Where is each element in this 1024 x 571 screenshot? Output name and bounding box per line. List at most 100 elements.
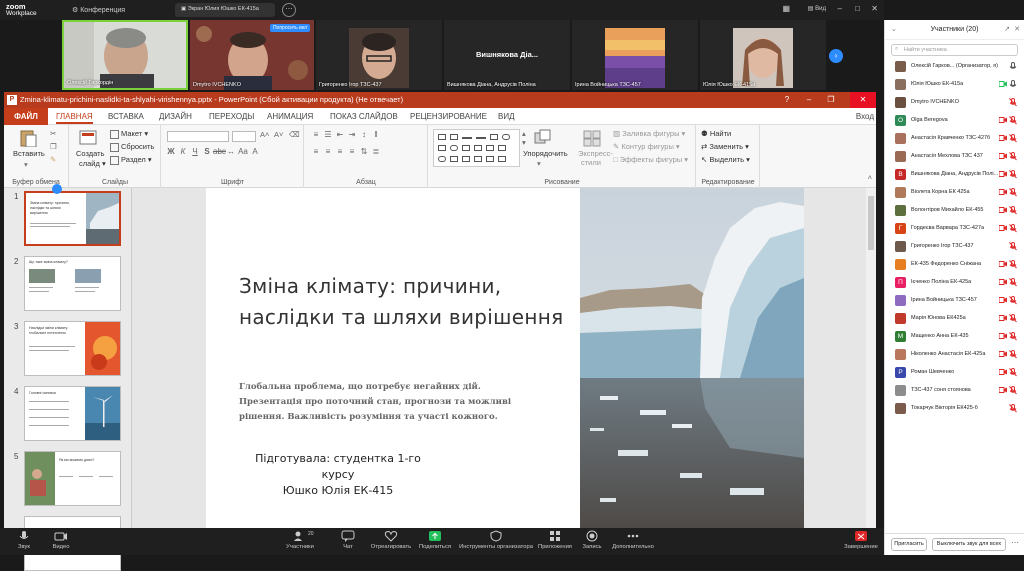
tab-view[interactable]: ВИД: [498, 112, 515, 121]
copy-icon[interactable]: ❐: [50, 142, 57, 151]
justify-icon[interactable]: ≡: [346, 147, 358, 156]
bold-icon[interactable]: Ж: [165, 147, 177, 156]
mic-muted-icon[interactable]: [1009, 98, 1017, 107]
mic-muted-icon[interactable]: [1009, 314, 1017, 323]
video-off-icon[interactable]: [999, 171, 1007, 177]
italic-icon[interactable]: К: [177, 147, 189, 156]
video-tile[interactable]: Олексій Гаркордін: [62, 20, 188, 90]
mic-muted-icon[interactable]: [1009, 170, 1017, 179]
react-button[interactable]: Отреагировать: [370, 530, 412, 550]
arrange-icon[interactable]: [533, 129, 553, 147]
slide-thumbnail[interactable]: Наслідки зміни клімату: глобальне потепл…: [24, 321, 121, 376]
triangle-shape-icon[interactable]: [462, 145, 470, 151]
align-right-icon[interactable]: ≡: [334, 147, 346, 156]
video-off-icon[interactable]: [999, 279, 1007, 285]
participant-row[interactable]: Анастасія Мехлова ТЗС 437: [885, 148, 1024, 166]
quick-styles-label-1[interactable]: Экспресс-: [578, 149, 613, 158]
participant-row[interactable]: Анастасія Кравченко ТЗС-427б: [885, 130, 1024, 148]
participant-row[interactable]: Dmytro IVCHENKO: [885, 94, 1024, 112]
decrease-indent-icon[interactable]: ⇤: [334, 130, 346, 139]
video-off-icon[interactable]: [999, 297, 1007, 303]
new-slide-label-2-wrap[interactable]: слайд ▾: [79, 159, 106, 168]
bullets-icon[interactable]: ≡: [310, 130, 322, 139]
font-family-combo[interactable]: [167, 131, 229, 142]
video-off-icon[interactable]: [999, 189, 1007, 195]
circle-shape-icon[interactable]: [450, 145, 458, 151]
tab-file[interactable]: ФАЙЛ: [4, 108, 48, 125]
video-off-icon[interactable]: [999, 369, 1007, 375]
paste-dropdown-icon[interactable]: ▾: [24, 160, 28, 169]
text-direction-icon[interactable]: ⇅: [358, 147, 370, 156]
mic-muted-icon[interactable]: [1009, 332, 1017, 341]
grow-font-icon[interactable]: A˄: [260, 130, 269, 139]
video-off-icon[interactable]: [999, 225, 1007, 231]
section-button[interactable]: Раздел ▾: [110, 155, 152, 165]
more-options-icon[interactable]: ⋯: [1011, 538, 1019, 547]
replace-button[interactable]: ⇄ Заменить ▾: [701, 142, 749, 151]
record-button[interactable]: Запись: [580, 530, 604, 550]
clear-format-icon[interactable]: ⌫: [289, 130, 300, 139]
video-button[interactable]: Видео: [48, 530, 74, 550]
mic-muted-icon[interactable]: [1009, 224, 1017, 233]
more-shape-icon[interactable]: [498, 156, 506, 162]
video-tile[interactable]: Юлія Юшко ЕК-415а: [700, 20, 826, 90]
arrow-right-shape-icon[interactable]: [486, 145, 494, 151]
maximize-icon[interactable]: □: [855, 4, 860, 13]
invite-button[interactable]: Пригласить: [891, 538, 927, 551]
participant-row[interactable]: В Вишнякова Діана, Андрусів Полі...: [885, 166, 1024, 184]
share-button[interactable]: Поделиться: [418, 530, 452, 550]
change-case-icon[interactable]: Aa: [237, 147, 249, 156]
mic-muted-icon[interactable]: [1009, 278, 1017, 287]
end-meeting-button[interactable]: Завершение: [842, 530, 880, 550]
viewing-screen-pill[interactable]: ▣ Экран Юлия Юшко ЕК-415а: [175, 3, 275, 17]
video-off-icon[interactable]: [999, 315, 1007, 321]
reset-button[interactable]: Сбросить: [110, 142, 154, 152]
layout-button[interactable]: Макет ▾: [110, 129, 148, 139]
shrink-font-icon[interactable]: A˅: [274, 130, 283, 139]
tab-design[interactable]: ДИЗАЙН: [159, 112, 192, 121]
video-tile[interactable]: Попросить вкл Dmytro IVCHENKO: [190, 20, 314, 90]
video-off-icon[interactable]: [999, 153, 1007, 159]
current-slide[interactable]: Зміна клімату: причини, наслідки та шлях…: [206, 188, 804, 528]
align-left-icon[interactable]: ≡: [310, 147, 322, 156]
video-off-icon[interactable]: [999, 117, 1007, 123]
participant-row[interactable]: ЕК-435 Федоренко Сніжана: [885, 256, 1024, 274]
view-button[interactable]: ▤ Вид: [808, 5, 826, 12]
arrange-dropdown-icon[interactable]: ▾: [537, 159, 541, 168]
new-slide-button[interactable]: Создать: [76, 149, 105, 158]
shape-fill-button[interactable]: ▨ Заливка фигуры ▾: [613, 129, 685, 138]
participant-row[interactable]: Григоренко Ігор ТЗС-437: [885, 238, 1024, 256]
cut-icon[interactable]: ✂: [50, 129, 56, 138]
video-off-icon[interactable]: [999, 207, 1007, 213]
mic-muted-icon[interactable]: [1009, 350, 1017, 359]
more-button[interactable]: Дополнительно: [612, 530, 654, 550]
mic-muted-icon[interactable]: [1009, 206, 1017, 215]
star-shape-icon[interactable]: [498, 145, 506, 151]
block-shape-icon[interactable]: [474, 156, 482, 162]
participant-row[interactable]: М Мащенко Анна ЕК-435: [885, 328, 1024, 346]
strikethrough-icon[interactable]: abc: [213, 147, 226, 156]
close-icon[interactable]: ✕: [850, 92, 876, 108]
mic-muted-icon[interactable]: [1009, 404, 1017, 413]
shadow-icon[interactable]: S: [201, 147, 213, 156]
next-page-arrow-icon[interactable]: ›: [829, 49, 843, 63]
apps-button[interactable]: Приложения: [536, 530, 574, 550]
slide-subtitle[interactable]: Глобальна проблема, що потребує негайних…: [239, 380, 544, 425]
char-spacing-icon[interactable]: ↔: [225, 147, 237, 156]
video-tile[interactable]: Григоренко Ігор ТЗС-437: [316, 20, 442, 90]
participant-row[interactable]: Р Роман Шевченко: [885, 364, 1024, 382]
mic-muted-icon[interactable]: [1009, 260, 1017, 269]
restore-icon[interactable]: ❐: [820, 92, 842, 108]
shape-effects-button[interactable]: □ Эффекты фигуры ▾: [613, 155, 688, 164]
curve-shape-icon[interactable]: [438, 156, 446, 162]
select-button[interactable]: ↖ Выделить ▾: [701, 155, 750, 164]
paste-icon[interactable]: [18, 129, 38, 147]
meeting-menu[interactable]: ⚙ Конференция: [72, 6, 125, 14]
quick-styles-label-2[interactable]: стили: [581, 158, 601, 167]
format-painter-icon[interactable]: ✎: [50, 155, 56, 164]
mic-on-icon[interactable]: [1009, 62, 1017, 71]
participant-row[interactable]: Віолета Корна ЕК 425а: [885, 184, 1024, 202]
participant-row[interactable]: Ніколенко Анастасія ЕК-425а: [885, 346, 1024, 364]
rect-shape-icon[interactable]: [490, 134, 498, 140]
tab-review[interactable]: РЕЦЕНЗИРОВАНИЕ: [410, 112, 487, 121]
